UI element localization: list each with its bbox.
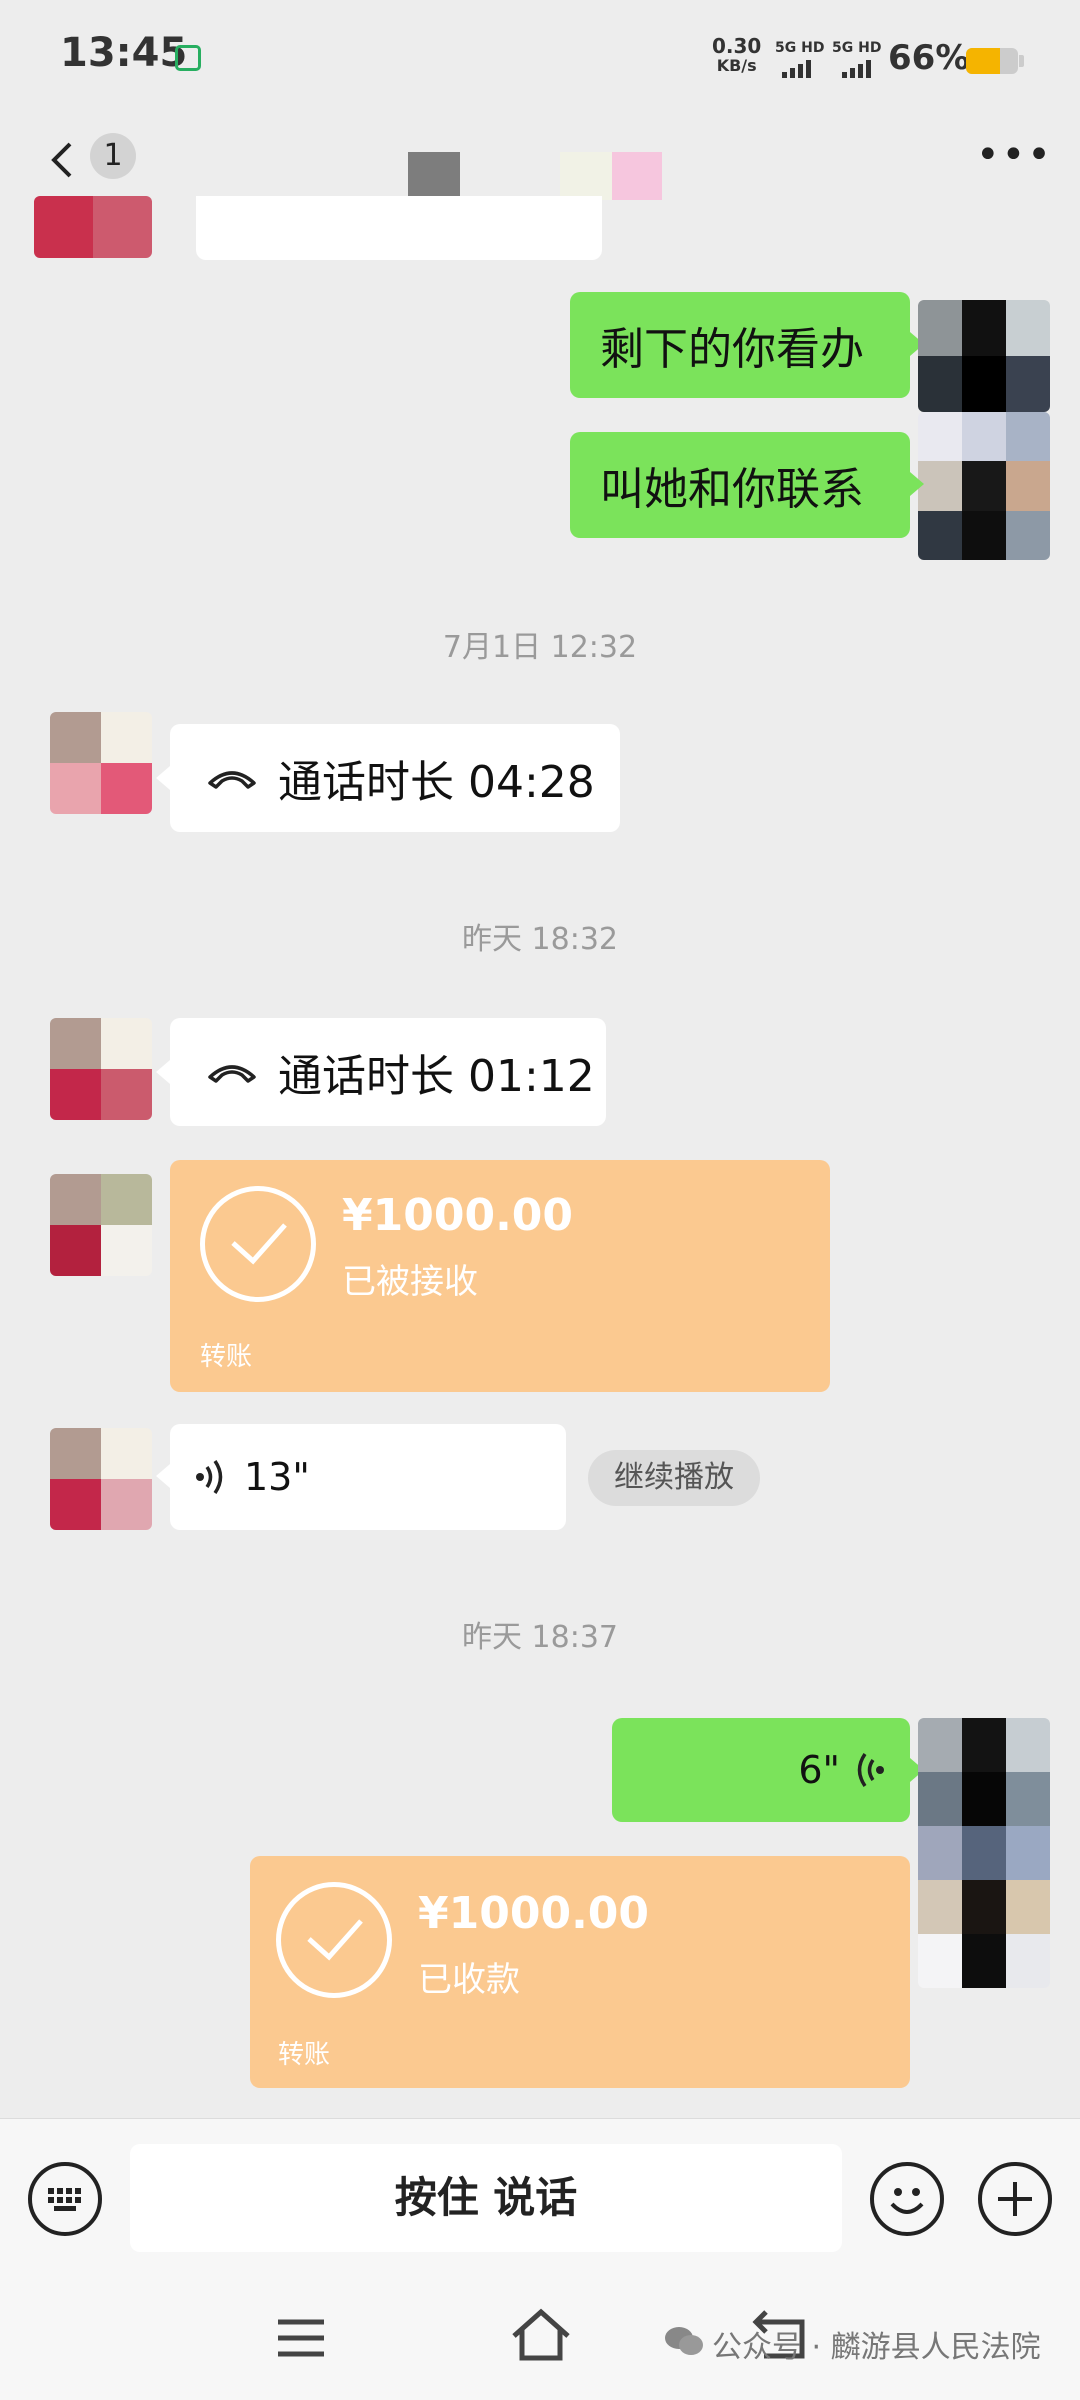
sent-message-bubble[interactable]: 叫她和你联系 [570,432,910,538]
transfer-status: 已收款 [418,1960,520,2000]
signal-bars-2-icon [842,58,871,78]
wechat-logo-icon [664,2326,704,2356]
smile-icon[interactable] [870,2162,944,2236]
check-circle-icon [200,1186,316,1302]
battery-icon [966,48,1018,74]
bubble-tail [156,766,170,790]
self-avatar-2[interactable] [918,412,1050,560]
phone-hangup-icon [208,1065,256,1083]
self-avatar[interactable] [918,300,1050,412]
battery-percent: 66% [888,38,970,78]
voice-wave-icon [857,1753,884,1787]
transfer-status: 已被接收 [342,1262,478,1302]
transfer-card[interactable]: ¥1000.00 已被接收 转账 [170,1160,830,1392]
message-text: 叫她和你联系 [600,464,864,515]
cutoff-message-bubble[interactable] [196,196,602,260]
network-speed-value: 0.30 [712,34,762,58]
phone-hangup-icon [208,771,256,789]
contact-avatar[interactable] [50,1018,152,1120]
more-dots-icon[interactable]: ••• [976,135,1053,175]
home-icon[interactable] [510,2308,572,2366]
contact-name-redacted-3 [612,152,662,200]
contact-name-redacted-2 [560,152,612,200]
status-time: 13:45 [60,30,188,76]
hold-to-talk-button[interactable]: 按住 说话 [130,2144,842,2252]
transfer-card[interactable]: ¥1000.00 已收款 转账 [250,1856,910,2088]
voice-duration: 13" [244,1455,310,1499]
timestamp: 昨天 18:32 [462,922,618,957]
avatar[interactable] [34,196,152,258]
home-status-icon [175,45,201,71]
watermark-text: 公众号 · 麟游县人民法院 [712,2330,1041,2365]
keyboard-icon[interactable] [28,2162,102,2236]
call-duration: 通话时长 04:28 [278,757,595,808]
check-circle-icon [276,1882,392,1998]
plus-icon[interactable] [978,2162,1052,2236]
signal-label-1: 5G HD [775,40,825,56]
transfer-type: 转账 [278,2040,331,2070]
call-record-bubble[interactable]: 通话时长 04:28 [170,724,620,832]
network-speed-unit: KB/s [716,56,757,75]
contact-name-redacted [408,152,460,200]
call-duration: 通话时长 01:12 [278,1051,595,1102]
battery-fill [966,48,1001,74]
contact-avatar[interactable] [50,1174,152,1276]
timestamp: 7月1日 12:32 [442,630,638,665]
timestamp: 昨天 18:37 [462,1620,618,1655]
signal-bars-1-icon [782,58,811,78]
network-speed: 0.30 KB/s [712,36,761,76]
voice-duration: 6" [798,1748,840,1792]
voice-message-bubble[interactable]: 6" [612,1718,910,1822]
menu-icon[interactable] [276,2316,326,2364]
chevron-left-icon[interactable] [44,140,84,180]
transfer-amount: ¥1000.00 [342,1190,574,1241]
signal-label-2: 5G HD [832,40,882,56]
call-record-bubble[interactable]: 通话时长 01:12 [170,1018,606,1126]
sent-message-bubble[interactable]: 剩下的你看办 [570,292,910,398]
message-text: 剩下的你看办 [600,324,864,375]
unread-badge[interactable]: 1 [90,133,136,179]
bubble-tail [910,472,924,496]
status-bar: 13:45 0.30 KB/s 5G HD 5G HD 66% [0,0,1080,120]
bubble-tail [156,1060,170,1084]
transfer-type: 转账 [200,1342,253,1372]
battery-tip [1019,55,1024,67]
self-avatar[interactable] [918,1718,1050,1988]
voice-message-bubble[interactable]: 13" [170,1424,566,1530]
voice-wave-icon [196,1460,223,1494]
continue-play-button[interactable]: 继续播放 [588,1450,760,1506]
transfer-amount: ¥1000.00 [418,1888,650,1939]
contact-avatar[interactable] [50,712,152,814]
contact-avatar[interactable] [50,1428,152,1530]
bubble-tail [156,1464,170,1488]
